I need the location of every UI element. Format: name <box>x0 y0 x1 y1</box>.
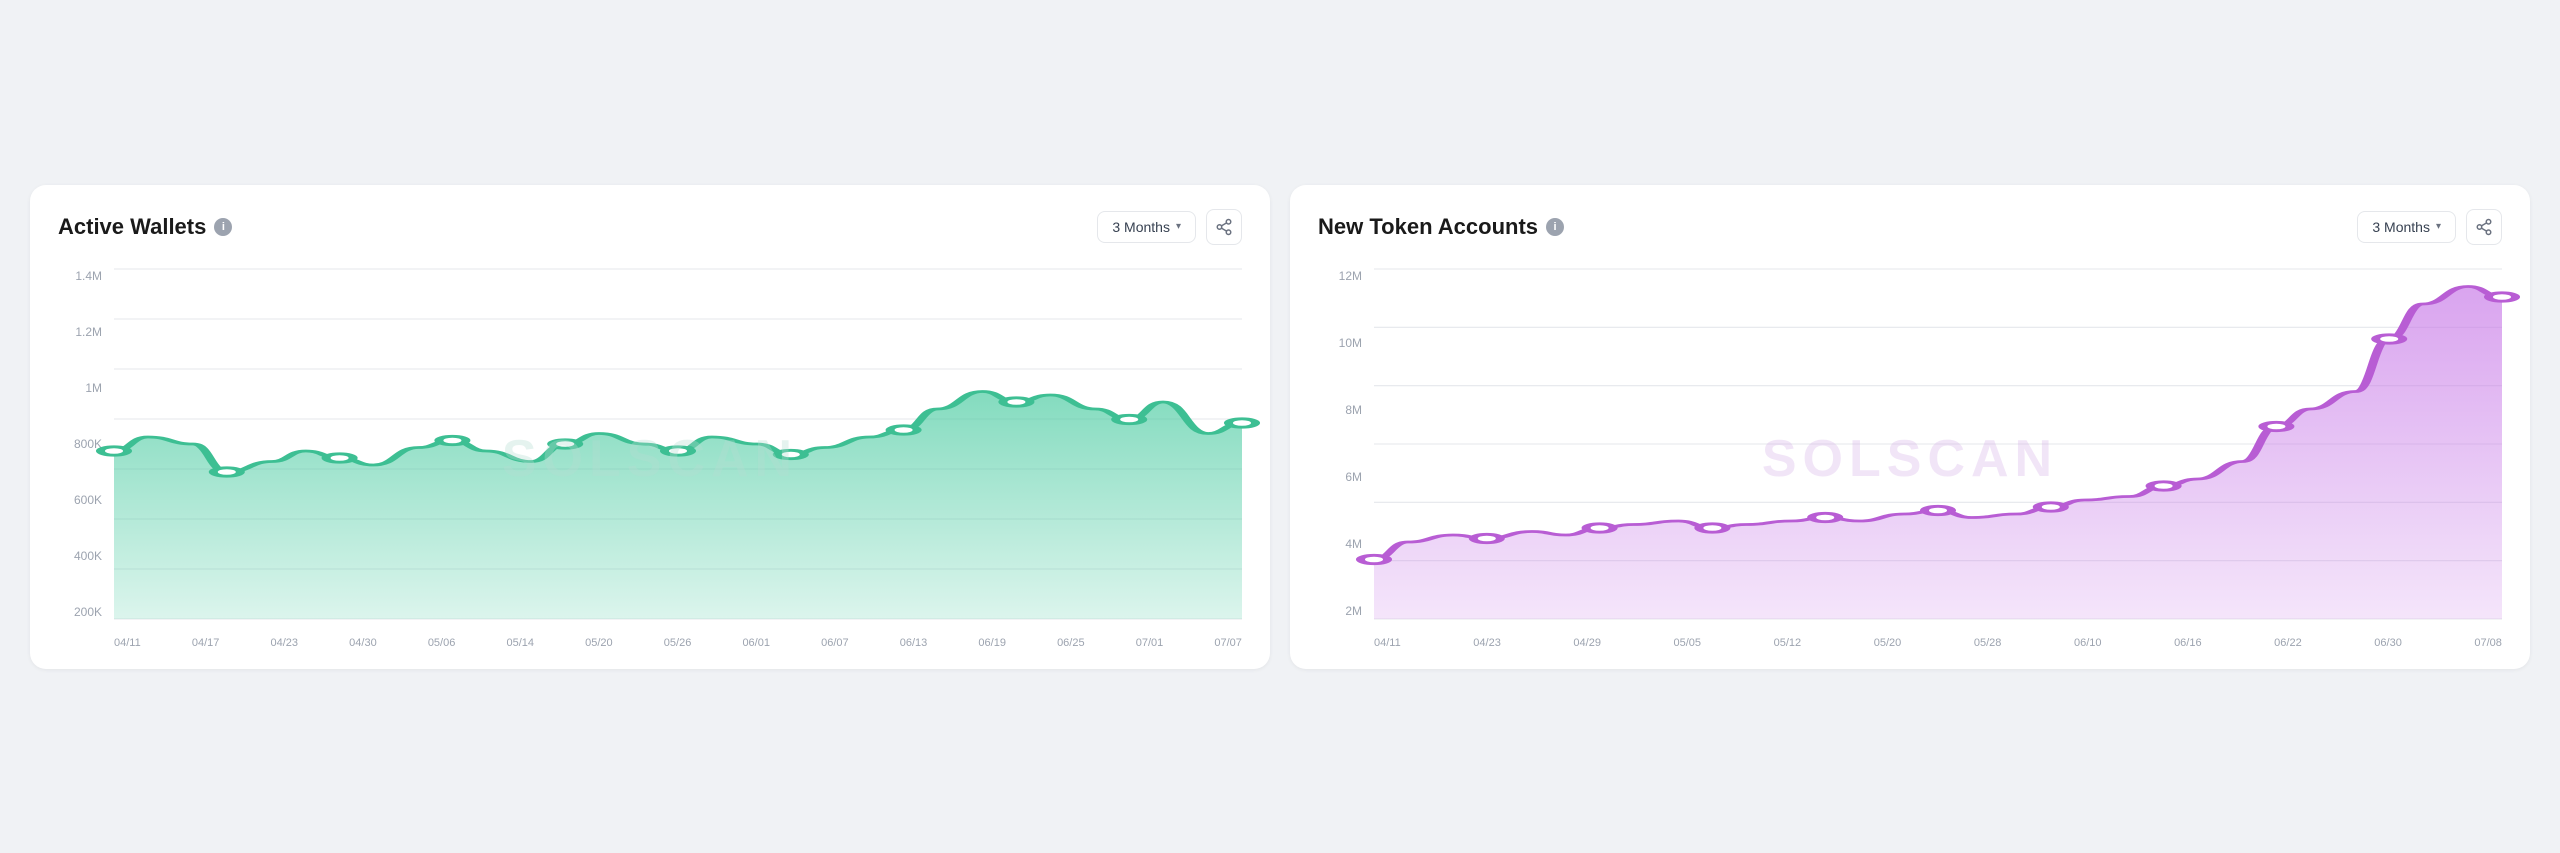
chart-inner <box>114 269 1242 619</box>
chart-dot <box>213 467 240 475</box>
x-axis-label: 04/23 <box>271 637 299 649</box>
x-axis-label: 07/07 <box>1214 637 1242 649</box>
chart-dot <box>890 425 917 433</box>
x-axis-label: 07/08 <box>2474 637 2502 649</box>
y-axis-label: 10M <box>1339 336 1362 350</box>
x-axis-label: 04/11 <box>1374 637 1401 649</box>
chart-area: SOLSCAN1.4M1.2M1M800K600K400K200K04/1104… <box>58 269 1242 649</box>
chart-dot <box>1812 513 1839 521</box>
y-axis-label: 12M <box>1339 269 1362 283</box>
chart-dot <box>2376 334 2403 342</box>
x-axis-label: 06/10 <box>2074 637 2102 649</box>
x-axis-label: 05/20 <box>1874 637 1902 649</box>
info-icon[interactable]: i <box>214 218 232 236</box>
chart-svg <box>114 269 1242 619</box>
chart-dot <box>1586 523 1613 531</box>
x-axis: 04/11 04/17 04/23 04/30 05/06 05/14 05/20 05/26… <box>114 621 1242 649</box>
info-icon[interactable]: i <box>1546 218 1564 236</box>
y-axis: 1.4M1.2M1M800K600K400K200K <box>58 269 110 619</box>
y-axis-label: 400K <box>74 549 102 563</box>
header-controls: 3 Months ▾ <box>2357 209 2502 245</box>
time-selector-label: 3 Months <box>1112 219 1170 235</box>
chart-dot <box>2037 502 2064 510</box>
x-axis-label: 07/01 <box>1136 637 1164 649</box>
chart-dot <box>2150 481 2177 489</box>
x-axis-label: 06/16 <box>2174 637 2202 649</box>
y-axis-label: 1M <box>85 381 102 395</box>
x-axis-label: 04/11 <box>114 637 141 649</box>
x-axis-label: 06/13 <box>900 637 928 649</box>
x-axis-label: 06/25 <box>1057 637 1085 649</box>
chart-dot <box>552 439 579 447</box>
time-selector-label: 3 Months <box>2372 219 2430 235</box>
share-button[interactable] <box>1206 209 1242 245</box>
chart-inner <box>1374 269 2502 619</box>
x-axis-label: 06/07 <box>821 637 849 649</box>
chart-dot <box>2488 292 2515 300</box>
x-axis-label: 05/28 <box>1974 637 2002 649</box>
header-controls: 3 Months ▾ <box>1097 209 1242 245</box>
dashboard: Active Walletsi3 Months▾SOLSCAN1.4M1.2M1… <box>30 185 2530 669</box>
time-selector[interactable]: 3 Months ▾ <box>2357 211 2456 243</box>
chart-dot <box>664 446 691 454</box>
chart-dot <box>1924 506 1951 514</box>
chart-dot <box>100 446 127 454</box>
chart-dot <box>1473 534 1500 542</box>
y-axis-label: 8M <box>1345 403 1362 417</box>
y-axis: 12M 10M 8M 6M 4M 2M <box>1318 269 1370 619</box>
y-axis-label: 4M <box>1345 537 1362 551</box>
x-axis-label: 06/01 <box>742 637 770 649</box>
x-axis-label: 05/26 <box>664 637 692 649</box>
chart-title: New Token Accounts <box>1318 214 1538 240</box>
y-axis-label: 1.2M <box>75 325 102 339</box>
chart-area-fill <box>114 391 1242 619</box>
y-axis-label: 600K <box>74 493 102 507</box>
chevron-down-icon: ▾ <box>1176 221 1181 232</box>
chevron-down-icon: ▾ <box>2436 221 2441 232</box>
chart-dot <box>1228 418 1255 426</box>
title-group: Active Wallets i <box>58 214 232 240</box>
chart-svg <box>1374 269 2502 619</box>
chart-dot <box>777 450 804 458</box>
x-axis-label: 05/14 <box>506 637 534 649</box>
x-axis-label: 05/20 <box>585 637 613 649</box>
x-axis-label: 05/06 <box>428 637 456 649</box>
card-header: New Token Accounts i 3 Months ▾ <box>1318 209 2502 245</box>
x-axis-label: 05/05 <box>1674 637 1702 649</box>
title-group: New Token Accounts i <box>1318 214 1564 240</box>
y-axis-label: 2M <box>1345 604 1362 618</box>
x-axis-label: 04/17 <box>192 637 220 649</box>
chart-dot <box>1003 397 1030 405</box>
chart-dot <box>439 436 466 444</box>
chart-dot <box>326 453 353 461</box>
time-selector[interactable]: 3 Months ▾ <box>1097 211 1196 243</box>
chart-dot <box>2263 422 2290 430</box>
chart-dot <box>1116 415 1143 423</box>
chart-card-active-wallets: Active Walletsi3 Months▾SOLSCAN1.4M1.2M1… <box>30 185 1270 669</box>
x-axis-label: 04/23 <box>1473 637 1501 649</box>
share-button[interactable] <box>2466 209 2502 245</box>
card-header: Active Wallets i 3 Months ▾ <box>58 209 1242 245</box>
x-axis-label: 04/29 <box>1573 637 1601 649</box>
chart-title: Active Wallets <box>58 214 206 240</box>
y-axis-label: 200K <box>74 605 102 619</box>
chart-card-new-token-accounts: New Token Accountsi3 Months▾SOLSCAN12M10… <box>1290 185 2530 669</box>
x-axis: 04/11 04/23 04/29 05/05 05/12 05/20 05/28 06/10… <box>1374 621 2502 649</box>
x-axis-label: 05/12 <box>1774 637 1802 649</box>
x-axis-label: 06/30 <box>2374 637 2402 649</box>
chart-dot <box>1360 555 1387 563</box>
y-axis-label: 6M <box>1345 470 1362 484</box>
x-axis-label: 06/19 <box>978 637 1006 649</box>
chart-area: SOLSCAN12M10M8M6M4M2M04/1104/2304/2905/0… <box>1318 269 2502 649</box>
chart-dot <box>1699 523 1726 531</box>
x-axis-label: 06/22 <box>2274 637 2302 649</box>
y-axis-label: 1.4M <box>75 269 102 283</box>
chart-area-fill <box>1374 286 2502 619</box>
x-axis-label: 04/30 <box>349 637 377 649</box>
